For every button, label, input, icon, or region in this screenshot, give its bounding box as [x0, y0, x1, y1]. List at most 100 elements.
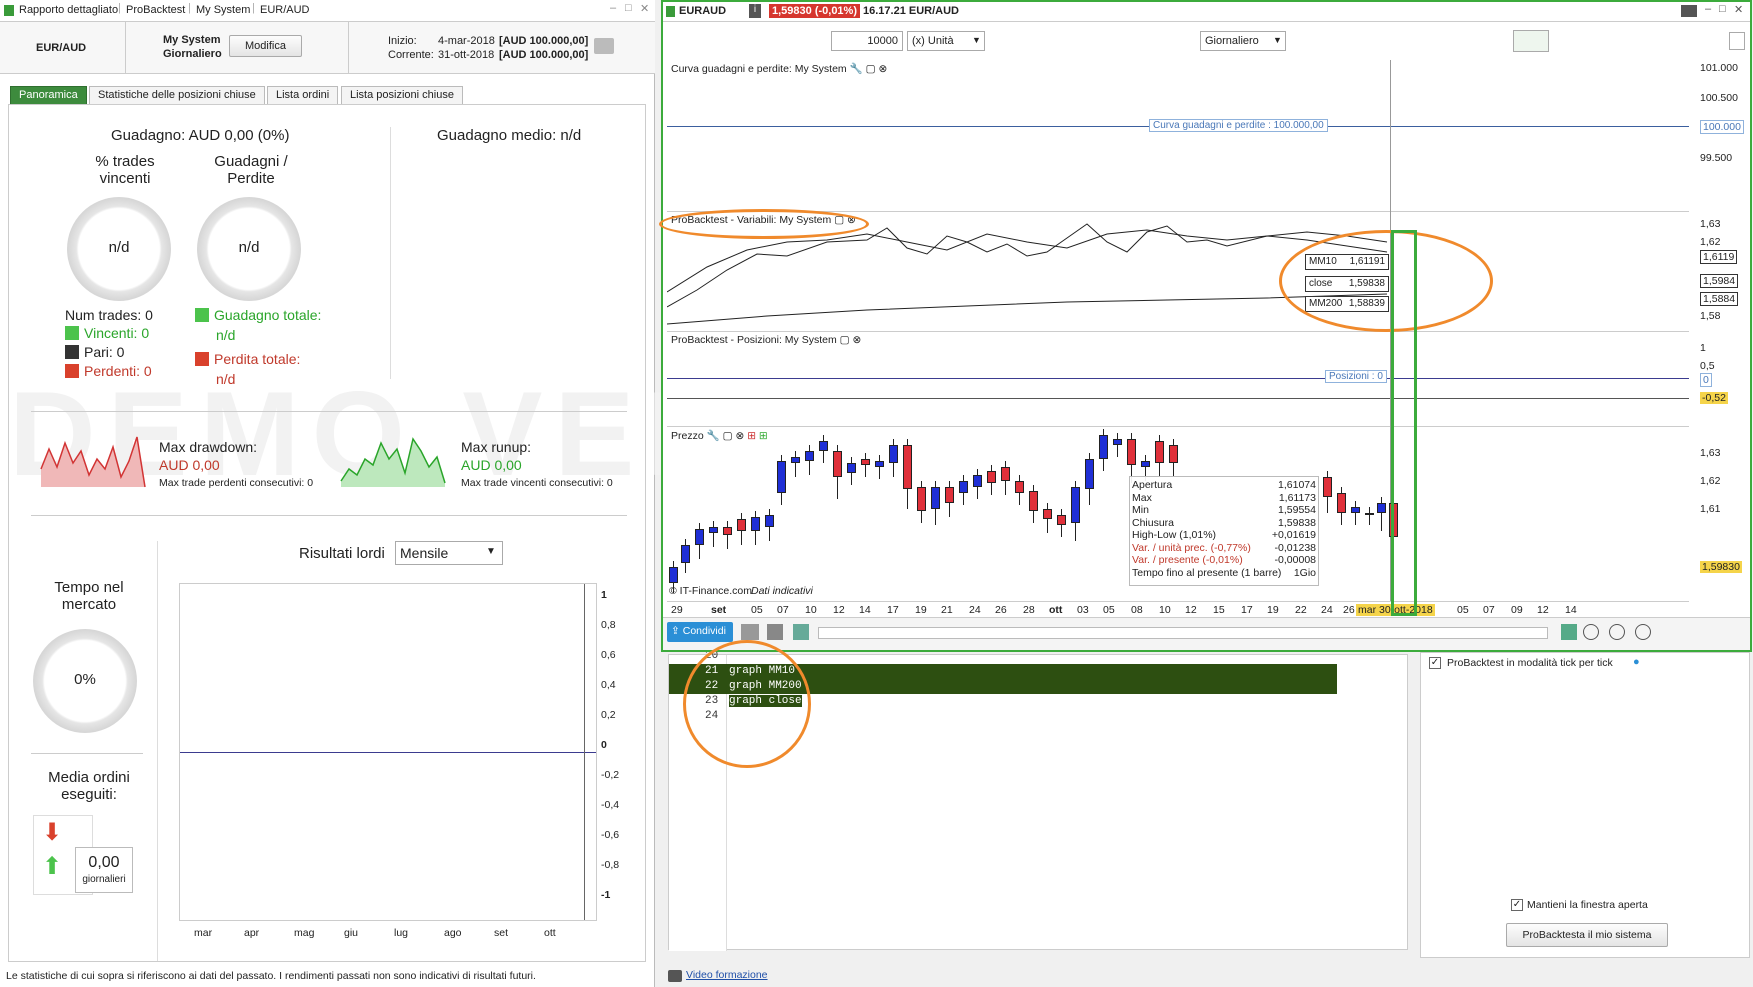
tick-option-checkbox[interactable]: ✓	[1429, 657, 1441, 669]
add-icon[interactable]: ⊞	[747, 430, 756, 442]
compare-icon[interactable]	[741, 624, 759, 640]
tooltip-key: Var. / presente (-0,01%)	[1132, 554, 1243, 566]
report-header: EUR/AUD My System Giornaliero Modifica I…	[0, 22, 655, 74]
close-icon[interactable]: ⊗	[852, 334, 861, 346]
wrench-icon[interactable]: 🔧	[707, 430, 720, 442]
chart-options-icon[interactable]	[1561, 624, 1577, 640]
unit-select[interactable]: (x) Unità ▼	[907, 31, 985, 51]
losers-row: Perdenti: 0	[65, 363, 152, 379]
price-y-tick: 1,61	[1700, 503, 1721, 515]
runup-sparkline	[340, 437, 446, 487]
equity-y-axis: 101.000 100.500 100.000 99.500	[1692, 60, 1750, 212]
positions-y-axis: 1 0,5 0 -0,52	[1692, 332, 1750, 427]
title-separator: |	[252, 2, 255, 14]
candle-body	[1015, 481, 1024, 493]
tab-closed-stats[interactable]: Statistiche delle posizioni chiuse	[89, 86, 265, 104]
candle-body	[737, 519, 746, 531]
up-icon[interactable]: ⊞	[759, 430, 768, 442]
gross-x-tick: apr	[244, 927, 260, 939]
candle-body	[791, 457, 800, 463]
tab-closed-positions[interactable]: Lista posizioni chiuse	[341, 86, 463, 104]
time-axis-label: 08	[1131, 604, 1143, 616]
gross-y-tick: 0,4	[601, 679, 616, 691]
zoom-fit-icon[interactable]	[1583, 624, 1599, 640]
window-icon[interactable]: ▢	[866, 63, 876, 75]
zoom-in-icon[interactable]	[1635, 624, 1651, 640]
winning-pct-gauge: n/d	[67, 197, 171, 301]
modify-button[interactable]: Modifica	[229, 35, 302, 57]
minimize-icon[interactable]: –	[610, 2, 616, 14]
video-training-link[interactable]: Video formazione	[686, 969, 768, 981]
equity-y-tick: 100.500	[1700, 92, 1738, 104]
candle-body	[1351, 507, 1360, 513]
layout-icon[interactable]	[793, 624, 809, 640]
close-icon[interactable]: ✕	[1734, 3, 1743, 16]
candle-body	[1029, 491, 1038, 511]
keep-open-checkbox[interactable]: ✓	[1511, 899, 1523, 911]
crosshair-horizontal	[667, 398, 1689, 399]
close-icon[interactable]: ⊗	[735, 430, 744, 442]
candle-body	[903, 445, 912, 489]
gross-x-tick: ago	[444, 927, 462, 939]
quantity-stepper[interactable]: 10000	[831, 31, 903, 51]
run-backtest-button[interactable]: ProBacktesta il mio sistema	[1506, 923, 1668, 947]
candle-body	[819, 441, 828, 451]
info-icon[interactable]: i	[749, 4, 761, 18]
wrench-icon[interactable]: 🔧	[850, 63, 863, 75]
candle-body	[751, 517, 760, 531]
num-trades: Num trades: 0	[65, 307, 153, 323]
window-icon[interactable]: ▢	[723, 430, 733, 442]
settings-icon[interactable]	[1729, 32, 1745, 50]
price-y-tick: 1,62	[1700, 475, 1721, 487]
gross-results-select[interactable]: Mensile ▼	[395, 541, 503, 565]
print-icon[interactable]	[594, 38, 614, 54]
share-button[interactable]: ⇪ Condividi	[667, 622, 733, 642]
list-icon[interactable]	[767, 624, 783, 640]
chart-symbol[interactable]: EURAUD	[679, 5, 726, 17]
close-icon[interactable]: ✕	[640, 2, 649, 15]
title-tab-3[interactable]: EUR/AUD	[260, 4, 310, 16]
candle-body	[669, 567, 678, 583]
crosshair-y-value: -0,52	[1700, 392, 1728, 404]
time-axis-label: ott	[1049, 604, 1063, 616]
gross-y-tick: -0,6	[601, 829, 620, 841]
tab-overview[interactable]: Panoramica	[10, 86, 87, 104]
zoom-out-icon[interactable]	[1609, 624, 1625, 640]
minimize-icon[interactable]: –	[1705, 3, 1711, 15]
avg-orders-box: 0,00 giornalieri	[75, 847, 133, 893]
variables-y-tick: 1,58	[1700, 310, 1721, 322]
title-tab-2[interactable]: My System	[196, 4, 250, 16]
time-axis-label: 12	[1185, 604, 1197, 616]
share-label: Condividi	[682, 625, 726, 637]
candle-body	[833, 451, 842, 477]
candle-body	[1099, 435, 1108, 459]
title-tab-0[interactable]: Rapporto dettagliato	[19, 4, 118, 16]
gross-y-tick: -0,4	[601, 799, 620, 811]
candle-body	[1113, 439, 1122, 445]
period-select[interactable]: Giornaliero ▼	[1200, 31, 1286, 51]
time-scrollbar[interactable]	[818, 627, 1548, 639]
candle-body	[959, 481, 968, 493]
app-icon	[4, 5, 14, 16]
title-tab-1[interactable]: ProBacktest	[126, 4, 185, 16]
info-icon[interactable]: ●	[1633, 656, 1640, 668]
report-panel: Rapporto dettagliato | ProBacktest | My …	[0, 0, 1074, 987]
gain-loss-value: n/d	[238, 239, 260, 256]
keyboard-icon[interactable]	[1681, 5, 1697, 17]
tooltip-value: 1Gio	[1293, 566, 1316, 579]
video-icon	[668, 970, 682, 982]
unit-value: (x) Unità	[912, 35, 954, 47]
tab-order-list[interactable]: Lista ordini	[267, 86, 339, 104]
maximize-icon[interactable]: □	[625, 2, 632, 14]
indicators-icon[interactable]	[1513, 30, 1549, 52]
time-axis-label: 05	[751, 604, 763, 616]
window-icon[interactable]: ▢	[840, 334, 850, 346]
gross-x-tick: ott	[544, 927, 556, 939]
candle-body	[1155, 441, 1164, 463]
maximize-icon[interactable]: □	[1719, 3, 1726, 15]
close-icon[interactable]: ⊗	[878, 63, 887, 75]
system-name: My System	[163, 34, 221, 46]
candle-wick	[865, 453, 866, 477]
equity-line-label: Curva guadagni e perdite : 100.000,00	[1149, 119, 1328, 132]
variables-pane: ProBacktest - Variabili: My System ▢ ⊗ M…	[659, 209, 1689, 332]
